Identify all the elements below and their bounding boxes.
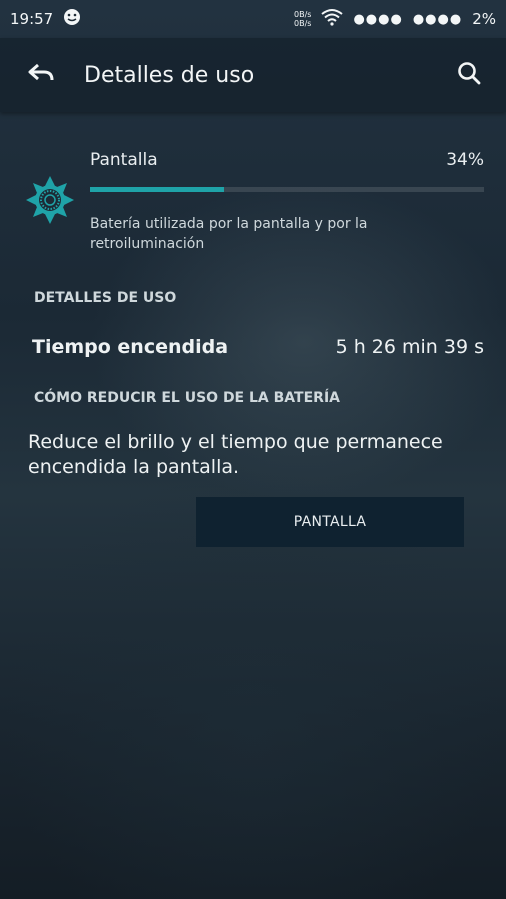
speed-up: 0B/s [294,10,312,19]
app-bar: Detalles de uso [0,38,506,112]
search-button[interactable] [444,50,494,100]
usage-item-description: Batería utilizada por la pantalla y por … [90,216,368,252]
page-title: Detalles de uso [84,62,255,88]
usage-progress-bar [90,187,484,192]
section-header-reduce: CÓMO REDUCIR EL USO DE LA BATERÍA [34,390,340,406]
wifi-icon [321,8,344,30]
usage-item-percent: 34% [446,150,484,170]
speed-down: 0B/s [294,19,312,28]
search-icon [457,61,481,89]
back-button[interactable] [16,50,66,100]
screen-settings-button[interactable]: PANTALLA [196,497,464,547]
battery-percent: 2% [472,10,496,28]
usage-progress-fill [90,187,224,192]
usage-item-name: Pantalla [90,150,158,170]
detail-row-on-time: Tiempo encendida 5 h 26 min 39 s [0,332,506,362]
screen-brightness-icon [24,174,76,226]
signal-strength-2: ●●●● [412,11,463,27]
signal-strength-1: ●●●● [353,11,403,27]
status-bar: 19:57 0B/s 0B/s ●●●● ●●●● 2% [0,0,506,38]
section-header-details: DETALLES DE USO [34,290,177,306]
detail-row-value: 5 h 26 min 39 s [335,336,484,358]
network-speed: 0B/s 0B/s [294,10,311,28]
notification-face-icon [63,8,81,30]
usage-item-screen: Pantalla 34% Batería utilizada por la pa… [0,140,506,260]
reduce-tip-text: Reduce el brillo y el tiempo que permane… [28,431,443,478]
status-time: 19:57 [10,10,54,28]
detail-row-label: Tiempo encendida [32,336,229,358]
back-arrow-icon [28,63,54,87]
